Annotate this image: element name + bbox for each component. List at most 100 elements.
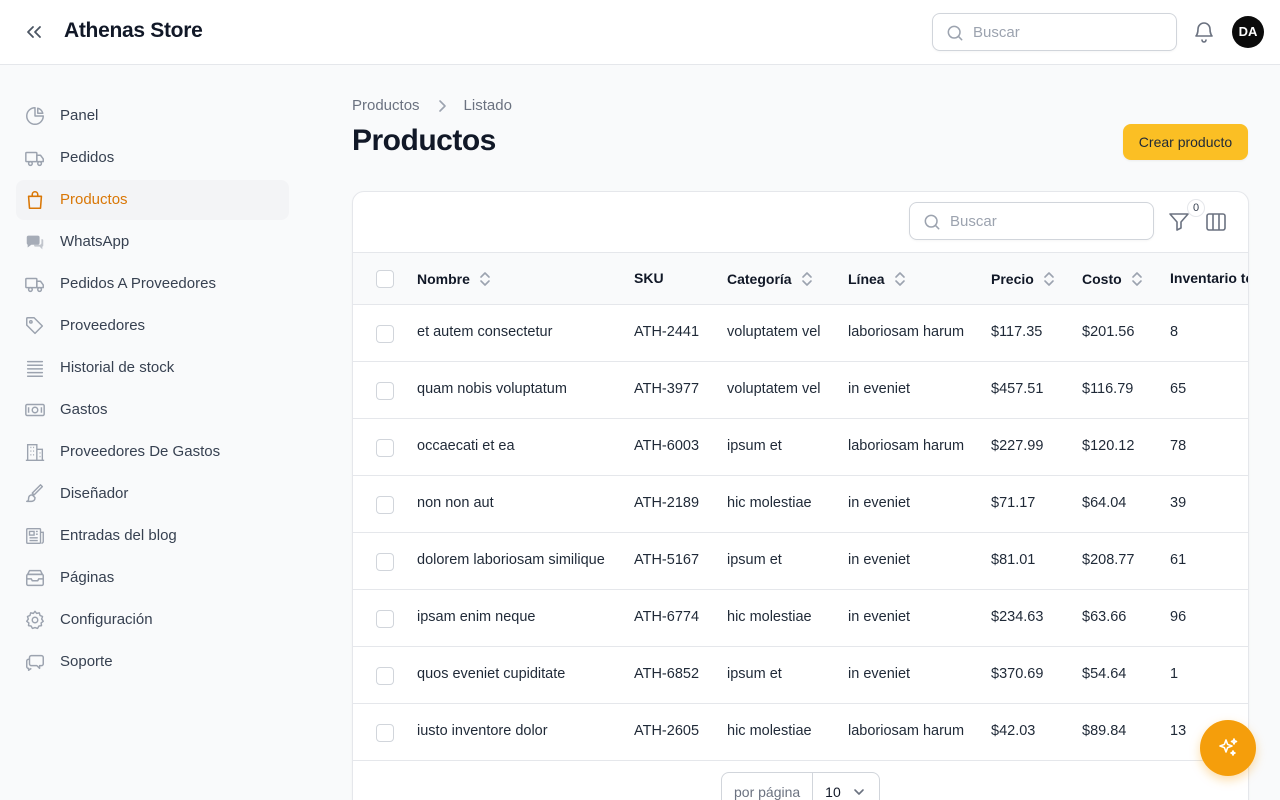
row-checkbox[interactable] [376,610,394,628]
sidebar-item-gastos[interactable]: Gastos [16,390,289,430]
sidebar-item-paginas[interactable]: Páginas [16,558,289,598]
ai-assistant-button[interactable] [1200,720,1256,776]
table-search-input[interactable] [950,203,1145,239]
sidebar-item-configuracion[interactable]: Configuración [16,600,289,640]
sidebar-item-label: Productos [60,191,128,208]
table-row[interactable]: non non aut ATH-2189 hic molestiae in ev… [353,476,1248,533]
column-header-label: Categoría [727,271,792,287]
sidebar-item-whatsapp[interactable]: WhatsApp [16,222,289,262]
sidebar-item-label: Proveedores De Gastos [60,443,221,460]
table-search[interactable] [909,202,1154,240]
tag-icon [24,315,46,337]
per-page-selector: por página 10 [721,772,880,800]
sidebar-item-proveedores[interactable]: Proveedores [16,306,289,346]
building-icon [24,441,46,463]
cell-sku: ATH-2441 [634,324,700,340]
avatar[interactable]: DA [1232,16,1264,48]
column-header-label: Precio [991,271,1034,287]
select-all-checkbox[interactable] [376,270,394,288]
cell-precio: $42.03 [991,723,1036,739]
newspaper-icon [24,525,46,547]
table-toolbar: 0 [353,192,1248,252]
column-header-precio[interactable]: Precio [991,270,1056,288]
sidebar-item-label: Entradas del blog [60,527,177,544]
row-checkbox[interactable] [376,553,394,571]
sidebar: Panel Pedidos Productos WhatsApp Pedidos… [0,65,305,800]
cell-costo: $89.84 [1082,723,1127,739]
sidebar-item-pedidos[interactable]: Pedidos [16,138,289,178]
table-row[interactable]: iusto inventore dolor ATH-2605 hic moles… [353,704,1248,761]
row-checkbox[interactable] [376,724,394,742]
row-checkbox[interactable] [376,496,394,514]
sort-icon [478,270,492,288]
sidebar-item-pedidos-proveedores[interactable]: Pedidos A Proveedores [16,264,289,304]
sidebar-item-panel[interactable]: Panel [16,96,289,136]
table-row[interactable]: quam nobis voluptatum ATH-3977 voluptate… [353,362,1248,419]
sidebar-item-productos[interactable]: Productos [16,180,289,220]
row-checkbox[interactable] [376,439,394,457]
sidebar-item-label: Panel [60,107,99,124]
cell-categoria: ipsum et [727,666,782,682]
cell-nombre: quam nobis voluptatum [417,381,567,397]
row-checkbox[interactable] [376,325,394,343]
cell-inventario: 78 [1170,438,1187,454]
cell-linea: in eveniet [848,495,911,511]
cell-inventario: 8 [1170,324,1179,340]
create-product-button[interactable]: Crear producto [1123,124,1248,160]
table-row[interactable]: occaecati et ea ATH-6003 ipsum et labori… [353,419,1248,476]
column-header-label: Costo [1082,271,1122,287]
table-row[interactable]: et autem consectetur ATH-2441 voluptatem… [353,305,1248,362]
sidebar-item-label: WhatsApp [60,233,130,250]
column-header-costo[interactable]: Costo [1082,270,1144,288]
row-checkbox[interactable] [376,382,394,400]
cell-inventario: 61 [1170,552,1187,568]
sidebar-item-proveedores-gastos[interactable]: Proveedores De Gastos [16,432,289,472]
shopping-bag-icon [24,189,46,211]
column-header-linea[interactable]: Línea [848,270,907,288]
table-row[interactable]: dolorem laboriosam similique ATH-5167 ip… [353,533,1248,590]
filter-icon[interactable] [1167,210,1191,234]
collapse-sidebar-icon[interactable] [22,20,46,44]
sidebar-item-blog[interactable]: Entradas del blog [16,516,289,556]
cell-precio: $117.35 [991,324,1043,340]
cell-sku: ATH-5167 [634,552,700,568]
table-row[interactable]: ipsam enim neque ATH-6774 hic molestiae … [353,590,1248,647]
sidebar-item-label: Pedidos [60,149,115,166]
sort-icon [800,270,814,288]
search-icon [945,23,965,43]
column-header-nombre[interactable]: Nombre [417,270,492,288]
breadcrumb-item-productos[interactable]: Productos [352,97,420,114]
cell-categoria: ipsum et [727,438,782,454]
sidebar-item-historial-stock[interactable]: Historial de stock [16,348,289,388]
cell-precio: $81.01 [991,552,1036,568]
global-search[interactable] [932,13,1177,51]
cell-precio: $234.63 [991,609,1044,625]
cell-linea: laboriosam harum [848,438,965,454]
cell-linea: laboriosam harum [848,324,965,340]
cell-linea: in eveniet [848,381,911,397]
cell-precio: $457.51 [991,381,1044,397]
bell-icon[interactable] [1192,20,1216,44]
sidebar-item-soporte[interactable]: Soporte [16,642,289,682]
table-row[interactable]: quos eveniet cupiditate ATH-6852 ipsum e… [353,647,1248,704]
sort-icon [1042,270,1056,288]
cell-inventario: 13 [1170,723,1187,739]
chat-support-icon [24,651,46,673]
cell-costo: $201.56 [1082,324,1135,340]
columns-icon[interactable] [1204,210,1228,234]
per-page-select[interactable]: 10 [813,784,879,800]
cell-costo: $208.77 [1082,552,1135,568]
cell-linea: in eveniet [848,666,911,682]
cell-sku: ATH-2189 [634,495,700,511]
chart-pie-icon [24,105,46,127]
row-checkbox[interactable] [376,667,394,685]
column-header-categoria[interactable]: Categoría [727,270,814,288]
global-search-input[interactable] [973,14,1168,50]
column-header-inventario[interactable]: Inventario te [1170,270,1248,286]
sparkles-icon [1219,738,1238,756]
breadcrumb-item-listado: Listado [463,97,512,114]
cell-categoria: voluptatem vel [727,324,821,340]
sidebar-item-disenador[interactable]: Diseñador [16,474,289,514]
sidebar-item-label: Gastos [60,401,108,418]
queue-list-icon [24,357,46,379]
